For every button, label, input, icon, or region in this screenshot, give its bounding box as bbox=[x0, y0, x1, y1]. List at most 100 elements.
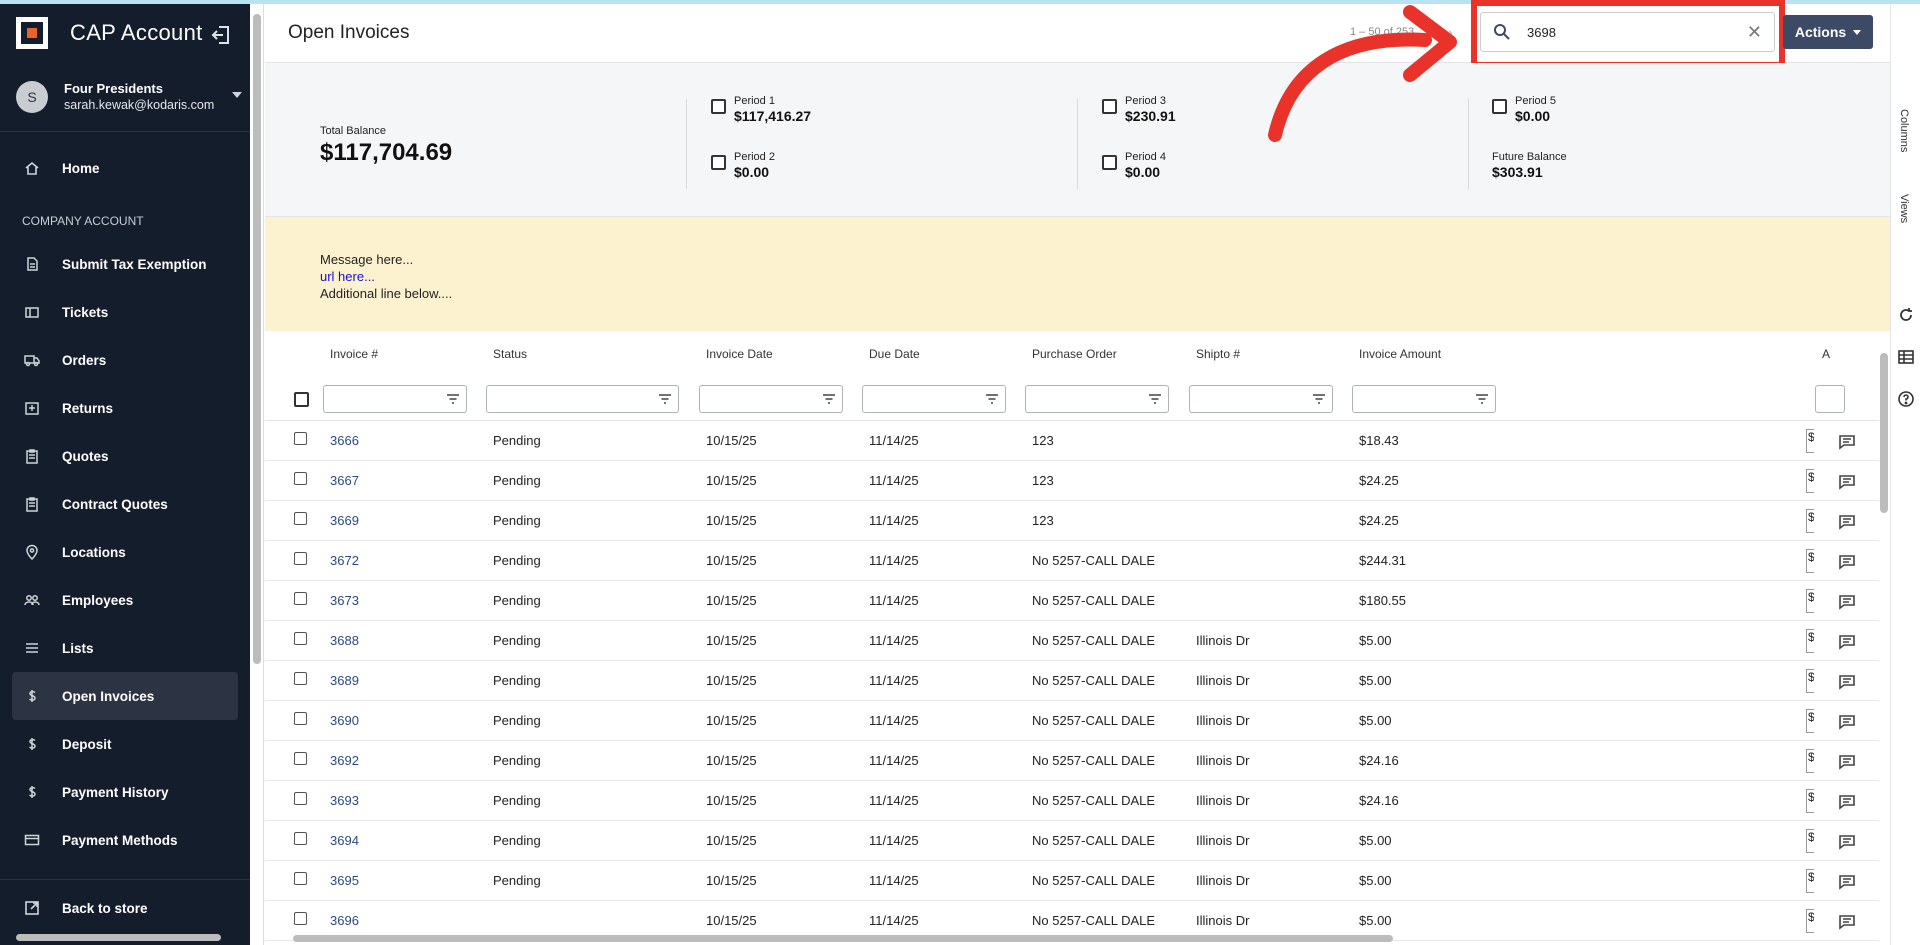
invoice-link[interactable]: 3669 bbox=[330, 513, 359, 528]
invoice-link[interactable]: 3667 bbox=[330, 473, 359, 488]
sidebar-item-employees[interactable]: Employees bbox=[12, 576, 238, 624]
comment-icon[interactable] bbox=[1838, 874, 1856, 890]
amount-input[interactable]: $ bbox=[1806, 629, 1814, 653]
row-checkbox[interactable] bbox=[294, 792, 307, 805]
table-row[interactable]: 3672 Pending 10/15/25 11/14/25 No 5257-CALL … bbox=[265, 541, 1879, 581]
column-filter-input[interactable] bbox=[1352, 385, 1496, 413]
invoice-link[interactable]: 3689 bbox=[330, 673, 359, 688]
column-header[interactable]: A bbox=[1822, 347, 1830, 361]
row-checkbox[interactable] bbox=[294, 712, 307, 725]
table-row[interactable]: 3690 Pending 10/15/25 11/14/25 No 5257-CALL … bbox=[265, 701, 1879, 741]
amount-input[interactable]: $ bbox=[1806, 829, 1814, 853]
row-checkbox[interactable] bbox=[294, 672, 307, 685]
period-2-checkbox[interactable] bbox=[711, 155, 726, 170]
table-vertical-scrollbar[interactable] bbox=[1877, 333, 1890, 933]
sidebar-item-deposit[interactable]: Deposit bbox=[12, 720, 238, 768]
filter-icon[interactable] bbox=[658, 394, 672, 404]
column-filter-input[interactable] bbox=[486, 385, 679, 413]
comment-icon[interactable] bbox=[1838, 594, 1856, 610]
user-menu[interactable]: S Four Presidents sarah.kewak@kodaris.co… bbox=[0, 62, 250, 132]
column-filter-input[interactable] bbox=[323, 385, 467, 413]
sidebar-item-orders[interactable]: Orders bbox=[12, 336, 238, 384]
sidebar-item-quotes[interactable]: Quotes bbox=[12, 432, 238, 480]
invoice-link[interactable]: 3690 bbox=[330, 713, 359, 728]
amount-input[interactable]: $ bbox=[1806, 909, 1814, 933]
sidebar-item-payment-methods[interactable]: Payment Methods bbox=[12, 816, 238, 864]
columns-tab[interactable]: Columns bbox=[1898, 109, 1910, 152]
column-header[interactable]: Invoice # bbox=[330, 347, 378, 361]
refresh-icon[interactable] bbox=[1897, 306, 1915, 324]
sidebar-item-returns[interactable]: Returns bbox=[12, 384, 238, 432]
table-row[interactable]: 3666 Pending 10/15/25 11/14/25 123 $18.43 $ bbox=[265, 421, 1879, 461]
select-all-checkbox[interactable] bbox=[294, 392, 309, 407]
filter-icon[interactable] bbox=[1312, 394, 1326, 404]
amount-input[interactable]: $ bbox=[1806, 589, 1814, 613]
collapse-sidebar-icon[interactable] bbox=[210, 24, 232, 46]
comment-icon[interactable] bbox=[1838, 794, 1856, 810]
row-checkbox[interactable] bbox=[294, 432, 307, 445]
table-row[interactable]: 3688 Pending 10/15/25 11/14/25 No 5257-CALL … bbox=[265, 621, 1879, 661]
table-view-icon[interactable] bbox=[1897, 348, 1915, 366]
sidebar-item-lists[interactable]: Lists bbox=[12, 624, 238, 672]
column-header[interactable]: Invoice Amount bbox=[1359, 347, 1441, 361]
period-3-checkbox[interactable] bbox=[1102, 99, 1117, 114]
filter-icon[interactable] bbox=[985, 394, 999, 404]
filter-icon[interactable] bbox=[1475, 394, 1489, 404]
invoice-link[interactable]: 3694 bbox=[330, 833, 359, 848]
kodaris-logo[interactable] bbox=[16, 17, 48, 49]
comment-icon[interactable] bbox=[1838, 674, 1856, 690]
column-filter-input[interactable] bbox=[1025, 385, 1169, 413]
sidebar-horizontal-scrollbar[interactable] bbox=[16, 934, 221, 941]
sidebar-item-tickets[interactable]: Tickets bbox=[12, 288, 238, 336]
comment-icon[interactable] bbox=[1838, 434, 1856, 450]
views-tab[interactable]: Views bbox=[1898, 194, 1910, 223]
help-icon[interactable] bbox=[1897, 390, 1915, 408]
table-row[interactable]: 3673 Pending 10/15/25 11/14/25 No 5257-CALL … bbox=[265, 581, 1879, 621]
filter-icon[interactable] bbox=[1148, 394, 1162, 404]
table-row[interactable]: 3694 Pending 10/15/25 11/14/25 No 5257-CALL … bbox=[265, 821, 1879, 861]
column-filter-input[interactable] bbox=[1815, 385, 1845, 413]
sidebar-item-open-invoices[interactable]: Open Invoices bbox=[12, 672, 238, 720]
amount-input[interactable]: $ bbox=[1806, 869, 1814, 893]
comment-icon[interactable] bbox=[1838, 714, 1856, 730]
invoice-link[interactable]: 3666 bbox=[330, 433, 359, 448]
invoice-link[interactable]: 3693 bbox=[330, 793, 359, 808]
filter-icon[interactable] bbox=[446, 394, 460, 404]
amount-input[interactable]: $ bbox=[1806, 789, 1814, 813]
column-header[interactable]: Shipto # bbox=[1196, 347, 1240, 361]
sidebar-item-contract-quotes[interactable]: Contract Quotes bbox=[12, 480, 238, 528]
message-link[interactable]: url here... bbox=[320, 269, 375, 284]
period-5-checkbox[interactable] bbox=[1492, 99, 1507, 114]
row-checkbox[interactable] bbox=[294, 472, 307, 485]
amount-input[interactable]: $ bbox=[1806, 509, 1814, 533]
table-row[interactable]: 3667 Pending 10/15/25 11/14/25 123 $24.25 $ bbox=[265, 461, 1879, 501]
table-row[interactable]: 3689 Pending 10/15/25 11/14/25 No 5257-CALL … bbox=[265, 661, 1879, 701]
amount-input[interactable]: $ bbox=[1806, 469, 1814, 493]
next-page-icon[interactable]: › bbox=[1448, 24, 1453, 40]
column-filter-input[interactable] bbox=[699, 385, 843, 413]
filter-icon[interactable] bbox=[822, 394, 836, 404]
row-checkbox[interactable] bbox=[294, 872, 307, 885]
row-checkbox[interactable] bbox=[294, 592, 307, 605]
table-horizontal-scrollbar[interactable] bbox=[265, 932, 1890, 945]
row-checkbox[interactable] bbox=[294, 912, 307, 925]
invoice-link[interactable]: 3673 bbox=[330, 593, 359, 608]
table-row[interactable]: 3669 Pending 10/15/25 11/14/25 123 $24.25 $ bbox=[265, 501, 1879, 541]
amount-input[interactable]: $ bbox=[1806, 429, 1814, 453]
sidebar-item-home[interactable]: Home bbox=[12, 144, 238, 192]
comment-icon[interactable] bbox=[1838, 474, 1856, 490]
sidebar-item-locations[interactable]: Locations bbox=[12, 528, 238, 576]
row-checkbox[interactable] bbox=[294, 832, 307, 845]
column-header[interactable]: Status bbox=[493, 347, 527, 361]
invoice-link[interactable]: 3692 bbox=[330, 753, 359, 768]
column-header[interactable]: Purchase Order bbox=[1032, 347, 1117, 361]
column-header[interactable]: Due Date bbox=[869, 347, 920, 361]
invoice-link[interactable]: 3695 bbox=[330, 873, 359, 888]
amount-input[interactable]: $ bbox=[1806, 549, 1814, 573]
comment-icon[interactable] bbox=[1838, 914, 1856, 930]
amount-input[interactable]: $ bbox=[1806, 669, 1814, 693]
period-1-checkbox[interactable] bbox=[711, 99, 726, 114]
row-checkbox[interactable] bbox=[294, 552, 307, 565]
back-to-store-link[interactable]: Back to store bbox=[12, 884, 238, 932]
sidebar-scrollbar[interactable] bbox=[250, 4, 264, 945]
